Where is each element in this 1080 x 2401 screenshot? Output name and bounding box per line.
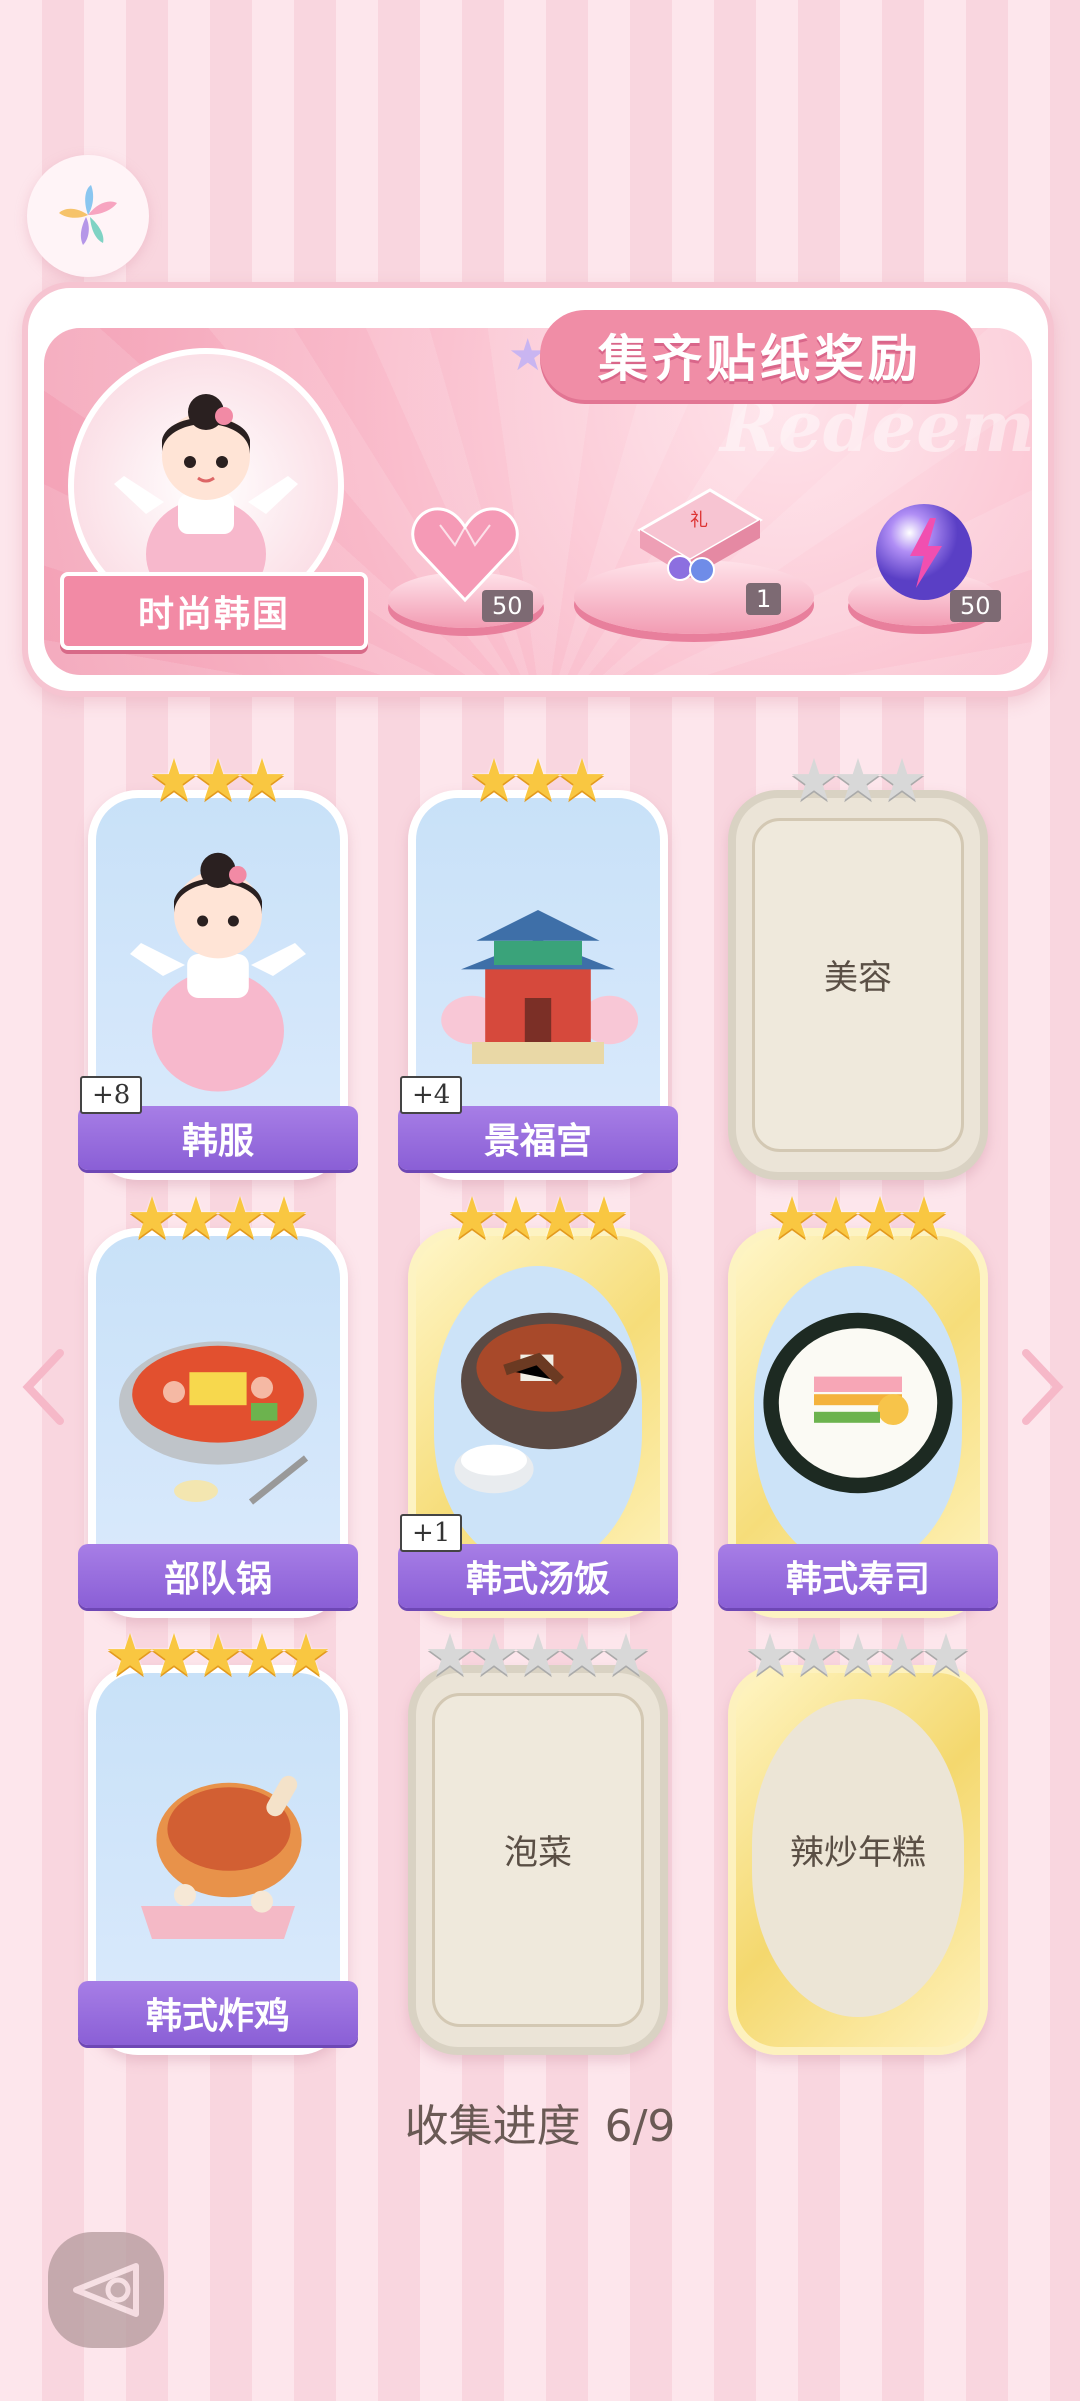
theme-label: 时尚韩国 [137, 594, 290, 635]
back-button[interactable] [48, 2232, 164, 2348]
prev-page-button[interactable] [20, 1344, 66, 1449]
star-rating: ★ ★ ★ ★ [408, 1188, 668, 1248]
star-icon: ★ [876, 746, 928, 814]
banner-title: 集齐贴纸奖励 [598, 330, 922, 388]
collection-progress: 收集进度 6/9 [0, 2090, 1080, 2154]
back-icon [73, 2263, 139, 2317]
energy-orb-icon [876, 504, 972, 600]
locked-card-name: 辣炒年糕 [790, 1833, 926, 1873]
chevron-left-icon [22, 1349, 64, 1425]
star-rating: ★ ★ ★ ★ ★ [728, 1625, 988, 1685]
bonus-badge: +8 [80, 1076, 143, 1114]
star-rating: ★ ★ ★ ★ ★ [88, 1625, 348, 1685]
sticker-card[interactable]: ★ ★ ★ ★ ★ 泡菜 [408, 1625, 668, 2055]
star-icon: ★ [600, 1621, 652, 1689]
bonus-badge: +1 [400, 1514, 463, 1552]
chevron-right-icon [1022, 1349, 1064, 1425]
card-label: 部队锅 [78, 1544, 358, 1608]
star-icon: ★ [578, 1184, 630, 1252]
sticker-card[interactable]: ★ ★ ★ 景福宫 +4 [398, 750, 678, 1180]
card-label: 韩式寿司 [718, 1544, 998, 1608]
bonus-badge: +4 [400, 1076, 463, 1114]
card-label: 韩式炸鸡 [78, 1981, 358, 2045]
reward-count: 50 [950, 590, 1001, 622]
progress-value: 6/9 [604, 2101, 676, 2152]
card-label: 韩服 [78, 1106, 358, 1170]
hanbok-girl-icon [108, 830, 328, 1100]
card-label: 韩式汤饭 [398, 1544, 678, 1608]
sticker-card[interactable]: ★ ★ ★ ★ ★ 辣炒年糕 [728, 1625, 988, 2055]
banner-title-badge: 集齐贴纸奖励 [540, 310, 980, 400]
svg-text:礼: 礼 [690, 510, 708, 531]
star-icon: ★ [236, 746, 288, 814]
sticker-card[interactable]: ★ ★ ★ 韩服 +8 [78, 750, 358, 1180]
card-label: 景福宫 [398, 1106, 678, 1170]
palace-icon [428, 830, 648, 1100]
reward-count: 50 [482, 590, 533, 622]
star-rating: ★ ★ ★ ★ [88, 1188, 348, 1248]
star-rating: ★ ★ ★ ★ ★ [408, 1625, 668, 1685]
logo-icon [59, 185, 117, 245]
sticker-card[interactable]: ★ ★ ★ ★ ★ 韩式炸鸡 [78, 1625, 358, 2055]
next-page-button[interactable] [1020, 1344, 1066, 1449]
locked-card-name: 美容 [824, 958, 892, 998]
app-logo[interactable] [27, 155, 149, 277]
theme-ribbon: 时尚韩国 [60, 572, 368, 650]
star-icon: ★ [920, 1621, 972, 1689]
star-rating: ★ ★ ★ ★ [728, 1188, 988, 1248]
star-icon: ★ [258, 1184, 310, 1252]
star-icon: ★ [556, 746, 608, 814]
progress-label: 收集进度 [404, 2101, 581, 2152]
reward-count: 1 [746, 583, 782, 615]
star-rating: ★ ★ ★ [88, 750, 348, 810]
gift-box-icon: 礼 [637, 488, 763, 583]
star-icon: ★ [898, 1184, 950, 1252]
star-rating: ★ ★ ★ [728, 750, 988, 810]
soup-rice-icon [428, 1268, 648, 1538]
star-rating: ★ ★ ★ [408, 750, 668, 810]
fried-chicken-icon [108, 1705, 328, 1975]
star-icon: ★ [280, 1621, 332, 1689]
sticker-card[interactable]: ★ ★ ★ 美容 [728, 750, 988, 1180]
sticker-card[interactable]: ★ ★ ★ ★ 部队锅 [78, 1188, 358, 1618]
sticker-card[interactable]: ★ ★ ★ ★ 韩式汤饭 +1 [398, 1188, 678, 1618]
locked-card-name: 泡菜 [504, 1833, 572, 1873]
sticker-card[interactable]: ★ ★ ★ ★ 韩式寿司 [718, 1188, 998, 1618]
army-stew-icon [108, 1268, 328, 1538]
kimbap-icon [748, 1268, 968, 1538]
